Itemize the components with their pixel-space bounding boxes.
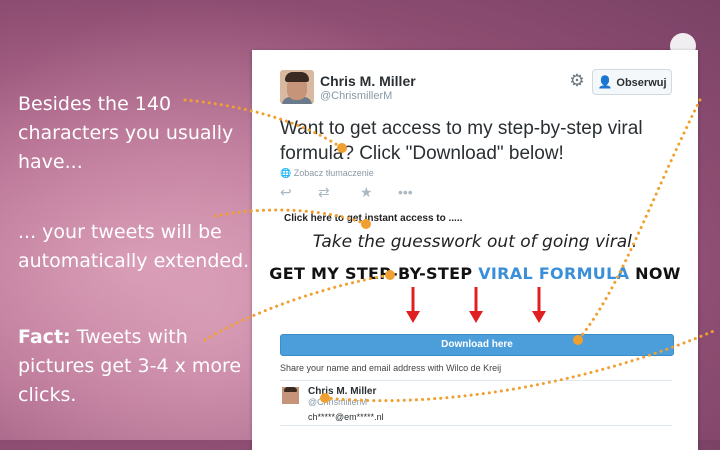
- annotation-dot: [361, 219, 371, 229]
- annotation-dot: [385, 270, 395, 280]
- annotation-dot: [320, 393, 330, 403]
- connector-line: [576, 98, 702, 342]
- annotation-overlay: [183, 98, 718, 403]
- connector-line: [203, 273, 392, 342]
- connector-line: [213, 208, 368, 226]
- connector-line: [183, 98, 344, 150]
- connector-line: [323, 328, 718, 403]
- annotation-dot: [573, 335, 583, 345]
- annotation-dot: [337, 143, 347, 153]
